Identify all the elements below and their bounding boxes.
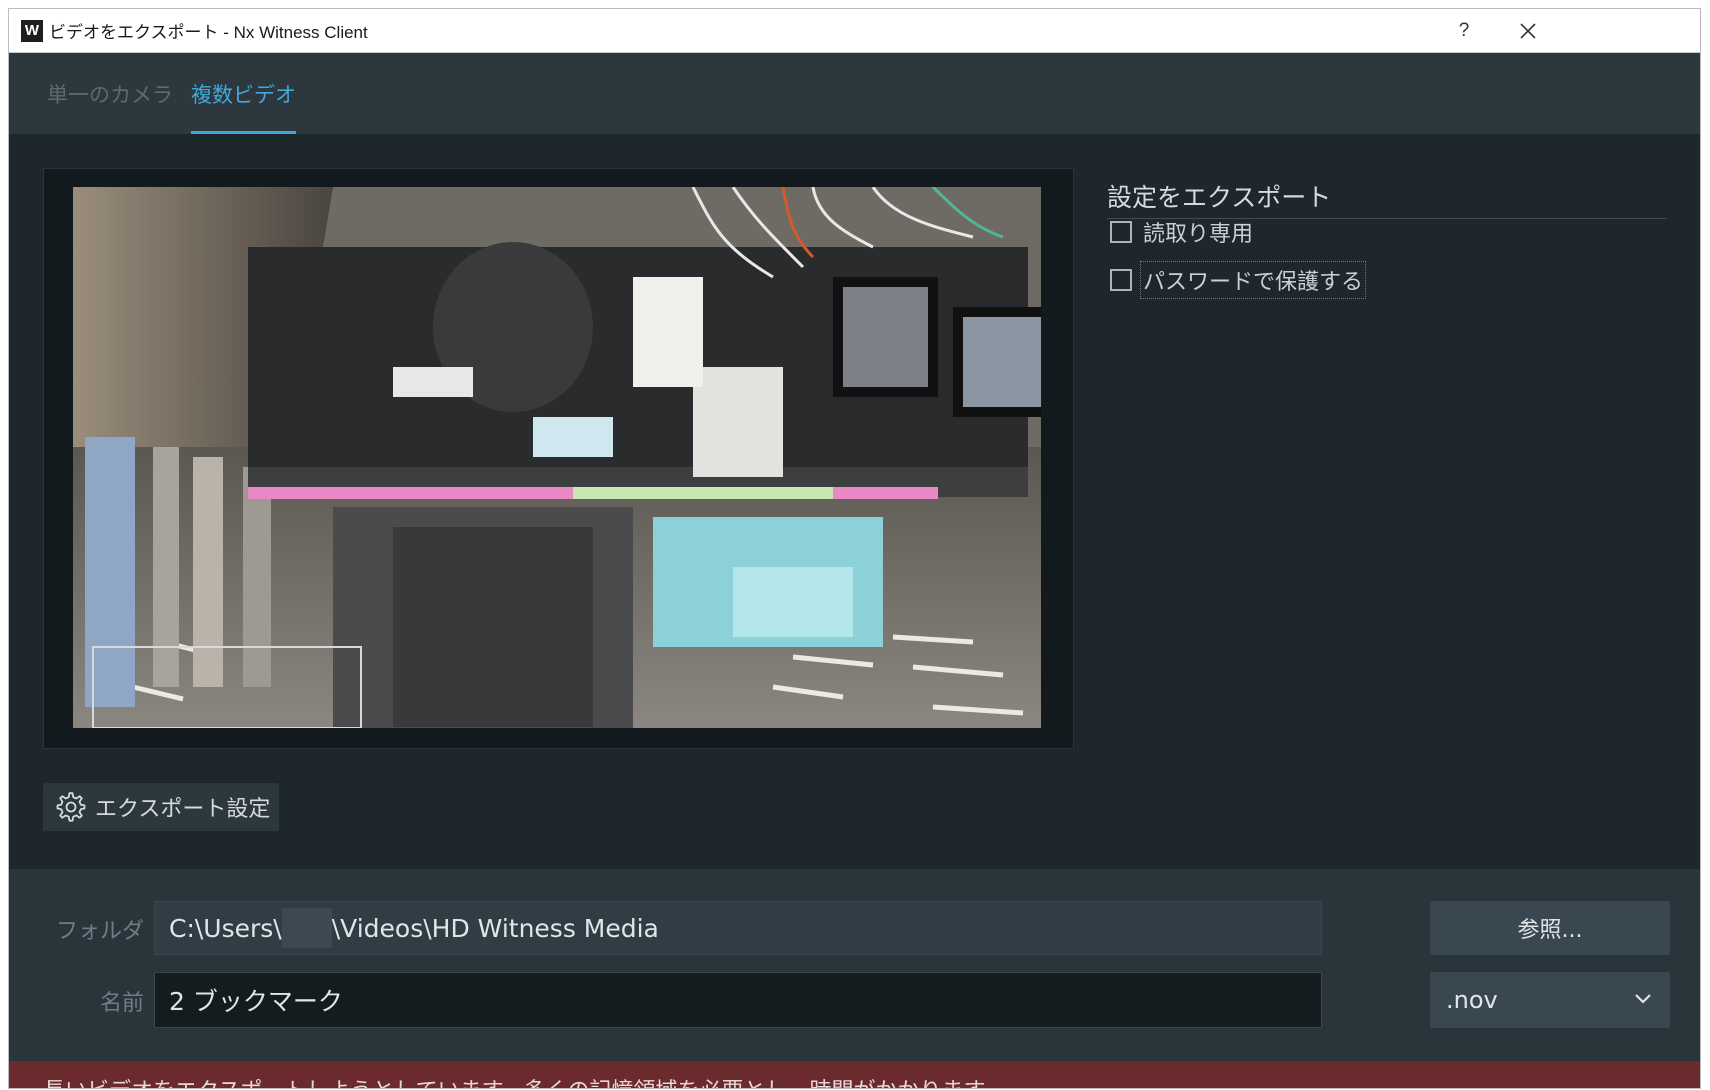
tab-single-camera[interactable]: 単一のカメラ [47,53,173,134]
file-name-field[interactable]: 2 ブックマーク [154,972,1322,1028]
redacted-username [281,908,332,948]
folder-path-prefix: C:\Users\ [169,913,282,943]
main-content: 設定をエクスポート 読取り専用 パスワードで保護する エクスポート設定 [9,134,1700,869]
chevron-down-icon [1635,994,1651,1004]
file-format-value: .nov [1446,986,1498,1014]
folder-label: フォルダ [55,919,144,944]
export-settings-title: 設定をエクスポート [1107,174,1667,219]
output-panel: フォルダ C:\Users\ \Videos\HD Witness Media 参… [9,869,1700,1061]
password-protect-label: パスワードで保護する [1139,261,1367,299]
browse-label: 参照... [1517,918,1583,943]
app-logo-icon: W [21,19,43,42]
help-button[interactable]: ? [1432,9,1496,53]
password-protect-checkbox[interactable] [1110,269,1132,291]
tab-multi-video[interactable]: 複数ビデオ [191,53,296,134]
read-only-label: 読取り専用 [1143,222,1254,247]
gear-icon [56,792,86,822]
read-only-checkbox[interactable] [1110,221,1132,243]
warning-banner: 長いビデオをエクスポートしようとしています。多くの記憶領域を必要とし、時間がかか… [9,1061,1700,1088]
tab-label: 単一のカメラ [47,82,173,107]
read-only-option[interactable]: 読取り専用 [1110,216,1253,248]
preview-image [73,187,1041,728]
export-video-dialog: W ビデオをエクスポート - Nx Witness Client ? 単一のカメ… [8,8,1701,1089]
close-button[interactable] [1496,9,1560,53]
video-preview-thumbnail [73,187,1041,728]
file-format-select[interactable]: .nov [1430,972,1670,1028]
export-settings-button[interactable]: エクスポート設定 [43,783,279,831]
password-protect-option[interactable]: パスワードで保護する [1110,261,1367,299]
tab-bar: 単一のカメラ 複数ビデオ [9,53,1700,134]
name-label: 名前 [99,991,144,1016]
title-bar: W ビデオをエクスポート - Nx Witness Client ? [9,9,1700,53]
close-icon [1520,23,1536,39]
browse-button[interactable]: 参照... [1430,901,1670,955]
file-name-value: 2 ブックマーク [169,987,343,1016]
tab-label: 複数ビデオ [191,82,296,107]
folder-path-field[interactable]: C:\Users\ \Videos\HD Witness Media [154,901,1322,955]
preview-frame [43,168,1074,749]
folder-path-suffix: \Videos\HD Witness Media [331,913,659,943]
export-settings-label: エクスポート設定 [95,797,271,822]
warning-text: 長いビデオをエクスポートしようとしています。多くの記憶領域を必要とし、時間がかか… [43,1073,1005,1088]
window-title: ビデオをエクスポート - Nx Witness Client [49,23,368,42]
settings-title-text: 設定をエクスポート [1107,183,1332,212]
